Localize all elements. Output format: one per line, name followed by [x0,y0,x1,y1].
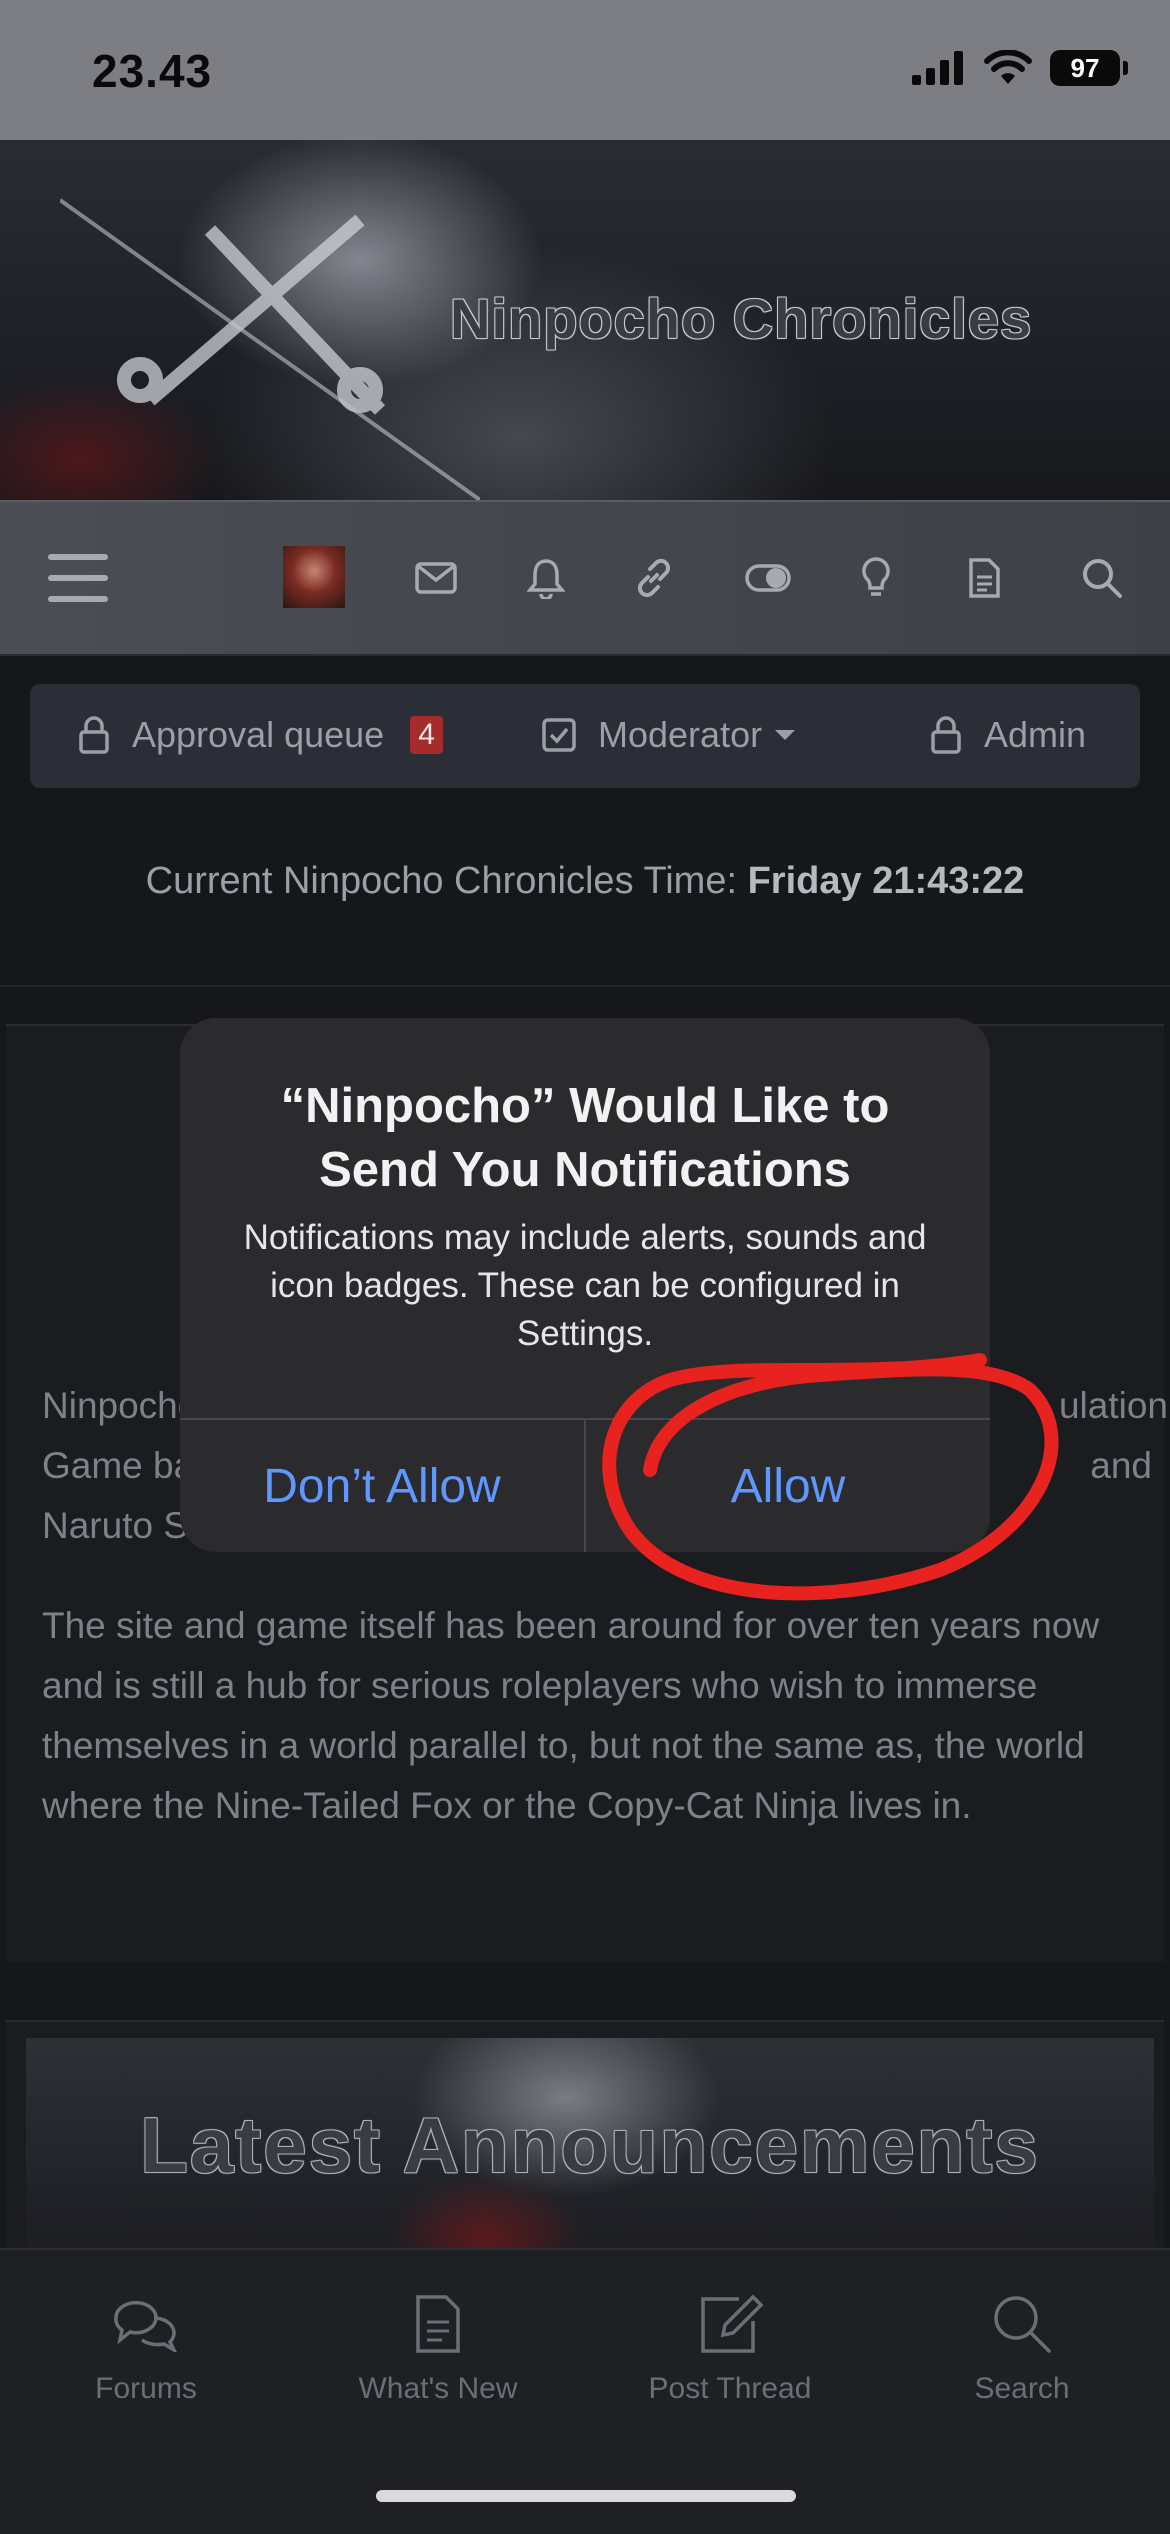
wifi-icon [984,50,1032,84]
tab-search-label: Search [974,2372,1070,2405]
tab-post-thread-label: Post Thread [648,2372,812,2405]
site-title: Ninpocho Chronicles [450,287,1033,350]
intro-paragraph-2: The site and game itself has been around… [42,1605,1100,1826]
tab-post-thread[interactable]: Post Thread [620,2284,840,2406]
battery-icon: 97 [1050,50,1128,86]
server-time-label: Current Ninpocho Chronicles Time: [145,860,738,902]
lightbulb-icon[interactable] [844,546,908,610]
approval-queue-label: Approval queue [132,714,385,755]
alert-title: “Ninpocho” Would Like to Send You Notifi… [280,1079,890,1197]
tab-forums[interactable]: Forums [36,2284,256,2406]
tab-whats-new[interactable]: What's New [328,2284,548,2406]
intro-line-2-start: Game ba [42,1445,195,1486]
link-icon[interactable] [622,546,686,610]
compose-icon [701,2294,764,2353]
server-time-value: Friday 21:43:22 [747,860,1025,902]
mail-icon[interactable] [404,546,468,610]
intro-line-2-end: and [1090,1445,1152,1486]
server-time: Current Ninpocho Chronicles Time: Friday… [0,860,1170,903]
divider [0,985,1170,987]
toggle-icon[interactable] [736,546,800,610]
announcements-card: Latest Announcements [6,2020,1164,2258]
status-icons: 97 [912,50,1128,86]
admin-link[interactable]: Admin [930,714,1086,756]
notification-permission-alert: “Ninpocho” Would Like to Send You Notifi… [180,1018,990,1552]
signal-icon [912,51,963,85]
bell-icon[interactable] [514,546,578,610]
admin-label: Admin [984,714,1087,755]
intro-line-1-end: ulation [1058,1385,1168,1426]
lock-icon [931,716,961,754]
menu-icon[interactable] [46,546,110,610]
nav-bar [0,500,1170,656]
search-icon [994,2296,1051,2353]
avatar[interactable] [283,546,345,608]
alert-message: Notifications may include alerts, sounds… [243,1218,927,1353]
moderation-bar: Approval queue 4 Moderator Admin [30,684,1140,788]
status-time: 23.43 [92,45,213,97]
announcements-banner[interactable]: Latest Announcements [26,2038,1154,2258]
approval-queue-link[interactable]: Approval queue 4 [78,714,443,756]
tab-forums-label: Forums [95,2372,197,2405]
crossed-swords-logo [60,198,480,500]
intro-line-1-start: Ninpocho [42,1385,199,1426]
allow-button[interactable]: Allow [586,1420,990,1552]
chat-bubbles-icon [114,2300,177,2352]
tab-search[interactable]: Search [912,2284,1132,2406]
tab-whats-new-label: What's New [358,2372,518,2405]
intro-line-3-start: Naruto S [42,1505,189,1546]
checkbox-icon [542,718,576,752]
home-indicator [376,2490,796,2502]
lock-icon [79,716,109,754]
site-banner[interactable]: Ninpocho Chronicles [0,140,1170,500]
status-bar: 23.43 97 [0,0,1170,140]
document-icon [416,2295,460,2353]
dont-allow-button[interactable]: Don’t Allow [180,1420,584,1552]
announcements-title: Latest Announcements [140,2101,1040,2189]
document-icon[interactable] [952,546,1016,610]
approval-queue-count: 4 [410,716,443,754]
moderator-dropdown[interactable]: Moderator [542,714,796,756]
caret-down-icon [775,730,796,740]
moderator-label: Moderator [598,714,763,755]
search-icon[interactable] [1070,546,1134,610]
battery-level: 97 [1070,52,1100,83]
